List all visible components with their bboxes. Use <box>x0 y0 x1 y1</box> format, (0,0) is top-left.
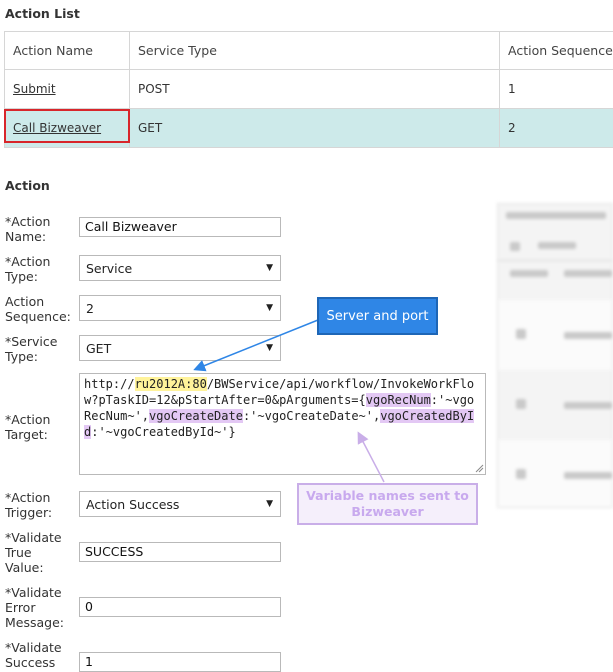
server-port-callout: Server and port <box>317 297 438 335</box>
annotation-arrows <box>193 319 385 483</box>
variables-arrow <box>357 431 385 483</box>
variables-callout: Variable names sent to Bizweaver <box>297 483 478 525</box>
server-port-arrow <box>193 319 319 372</box>
